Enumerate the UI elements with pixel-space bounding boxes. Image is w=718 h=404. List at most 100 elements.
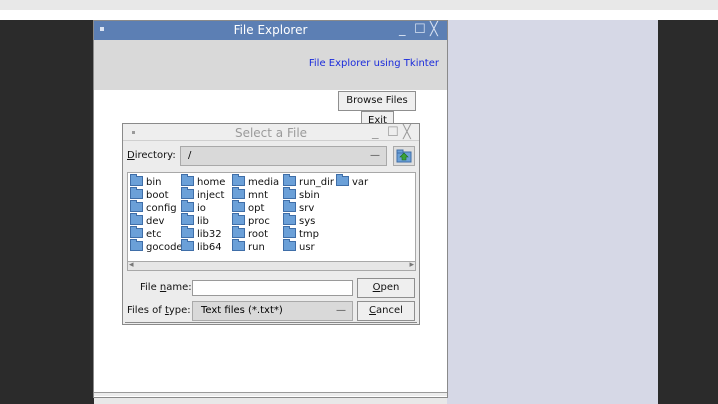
folder-icon	[181, 174, 194, 186]
files-of-type-label-post: ype:	[168, 305, 191, 316]
top-strip	[0, 0, 718, 10]
left-background	[0, 20, 94, 404]
directory-label: Directory:	[127, 150, 176, 161]
folder-item[interactable]: run	[232, 239, 265, 253]
top-gap	[0, 10, 718, 20]
folder-name: lib	[197, 216, 209, 227]
file-name-input[interactable]	[192, 280, 353, 296]
folder-icon	[130, 174, 143, 186]
directory-combobox[interactable]: / —	[180, 146, 387, 166]
open-label: pen	[380, 282, 400, 293]
folder-icon	[283, 174, 296, 186]
app-subtitle-label: File Explorer using Tkinter	[308, 58, 439, 69]
folder-icon	[232, 200, 245, 212]
folder-item[interactable]: usr	[283, 239, 315, 253]
files-of-type-label-pre: Files of	[127, 305, 165, 316]
scroll-left-icon[interactable]: ◂	[129, 260, 134, 270]
horizontal-scrollbar[interactable]: ◂ ▸	[127, 260, 416, 271]
folder-name: tmp	[299, 229, 320, 240]
folder-icon	[232, 213, 245, 225]
folder-name: var	[352, 177, 369, 188]
folder-name: opt	[248, 203, 265, 214]
open-mnemonic: O	[372, 282, 381, 293]
folder-name: bin	[146, 177, 162, 188]
folder-name: usr	[299, 242, 315, 253]
folder-name: etc	[146, 229, 162, 240]
folder-icon	[181, 226, 194, 238]
type-combo-arrow-icon[interactable]: —	[336, 302, 346, 320]
folder-name: run_dir	[299, 177, 335, 188]
folder-name: root	[248, 229, 269, 240]
folder-name: config	[146, 203, 177, 214]
folder-icon	[130, 226, 143, 238]
folder-name: proc	[248, 216, 270, 227]
cancel-label: ancel	[376, 305, 403, 316]
folder-name: media	[248, 177, 280, 188]
dialog-maximize-icon[interactable]: ☐	[387, 125, 399, 140]
folder-item[interactable]: var	[336, 174, 369, 188]
directory-label-text: irectory:	[134, 150, 176, 161]
dialog-title-bar[interactable]: Select a File _ ☐ ╳	[123, 124, 419, 141]
folder-icon	[181, 239, 194, 251]
folder-icon	[232, 239, 245, 251]
folder-name: sys	[299, 216, 316, 227]
folder-name: inject	[197, 190, 225, 201]
folder-name: run	[248, 242, 265, 253]
folder-name: io	[197, 203, 206, 214]
folder-name: boot	[146, 190, 169, 201]
close-icon[interactable]: ╳	[430, 23, 438, 37]
dialog-close-icon[interactable]: ╳	[403, 125, 411, 140]
combo-arrow-icon[interactable]: —	[370, 147, 380, 165]
open-button[interactable]: Open	[357, 278, 415, 298]
folder-up-button[interactable]	[393, 146, 415, 166]
folder-icon	[130, 187, 143, 199]
folder-name: lib64	[197, 242, 222, 253]
cancel-mnemonic: C	[369, 305, 377, 316]
desktop-background	[447, 20, 658, 404]
folder-item[interactable]: lib64	[181, 239, 222, 253]
folder-name: home	[197, 177, 226, 188]
maximize-icon[interactable]: ☐	[414, 23, 426, 37]
dialog-minimize-icon[interactable]: _	[372, 125, 379, 140]
folder-icon	[283, 226, 296, 238]
folder-icon	[283, 187, 296, 199]
main-title-bar[interactable]: File Explorer _ ☐ ╳	[94, 21, 447, 40]
window-bottom-border	[94, 392, 447, 396]
folder-icon	[283, 239, 296, 251]
main-window-title: File Explorer	[233, 23, 308, 37]
folder-icon	[181, 213, 194, 225]
folder-icon	[130, 213, 143, 225]
file-list[interactable]: bin boot config dev etc gocode home inject io lib…	[127, 172, 416, 271]
folder-icon	[130, 239, 143, 251]
folder-name: dev	[146, 216, 165, 227]
folder-name: gocode	[146, 242, 183, 253]
folder-icon	[232, 174, 245, 186]
folder-name: sbin	[299, 190, 320, 201]
files-of-type-label: Files of type:	[127, 305, 191, 316]
files-of-type-combobox[interactable]: Text files (*.txt*) —	[192, 301, 353, 321]
folder-icon	[283, 200, 296, 212]
folder-name: mnt	[248, 190, 268, 201]
directory-value: /	[188, 150, 192, 161]
minimize-icon[interactable]: _	[399, 23, 406, 37]
folder-icon	[336, 174, 349, 186]
browse-files-button[interactable]: Browse Files	[338, 91, 416, 111]
folder-up-icon	[396, 149, 412, 163]
folder-icon	[130, 200, 143, 212]
right-background	[658, 20, 718, 404]
files-of-type-value: Text files (*.txt*)	[201, 305, 283, 316]
folder-item[interactable]: media	[232, 174, 280, 188]
scroll-right-icon[interactable]: ▸	[409, 260, 414, 270]
folder-item[interactable]: run_dir	[283, 174, 335, 188]
folder-item[interactable]: gocode	[130, 239, 183, 253]
folder-icon	[181, 187, 194, 199]
folder-icon	[232, 226, 245, 238]
cancel-button[interactable]: Cancel	[357, 301, 415, 321]
folder-name: srv	[299, 203, 315, 214]
select-file-dialog: Select a File _ ☐ ╳ Directory: / — bin bo…	[122, 123, 420, 325]
file-name-label-post: ame:	[166, 282, 192, 293]
file-name-label-pre: File	[140, 282, 160, 293]
folder-icon	[232, 187, 245, 199]
folder-icon	[181, 200, 194, 212]
file-name-label: File name:	[140, 282, 192, 293]
